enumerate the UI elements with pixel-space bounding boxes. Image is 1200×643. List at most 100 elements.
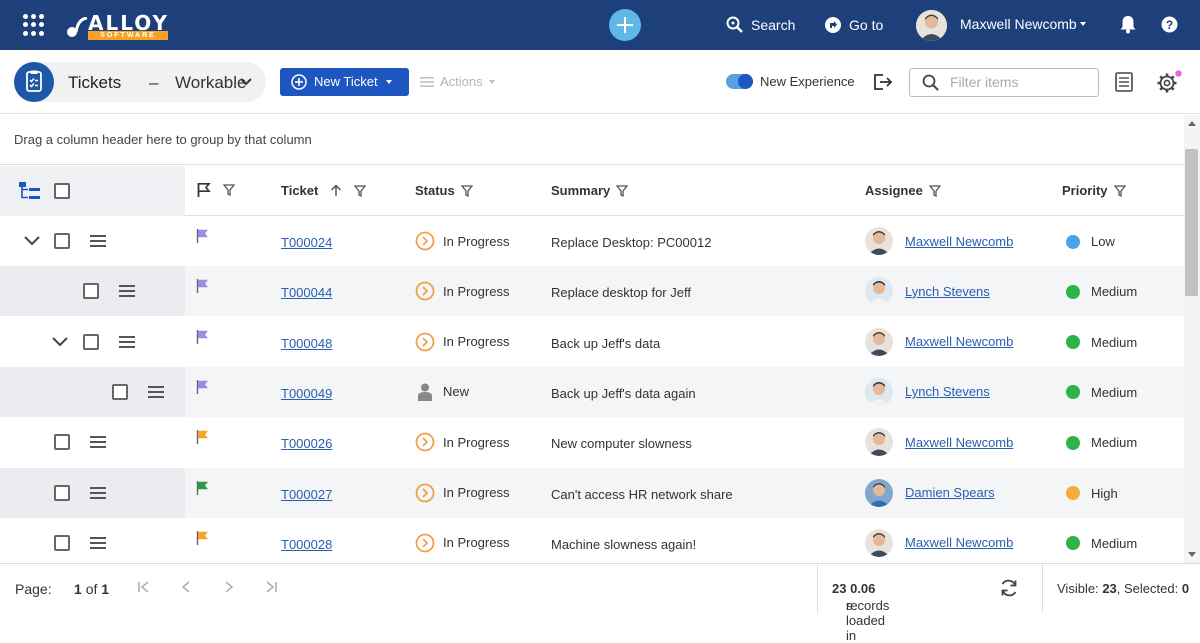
last-page-icon[interactable] [264,580,278,594]
assignee-cell: Lynch Stevens [865,277,990,306]
chevron-down-icon[interactable] [52,336,68,347]
sort-ascending-icon[interactable] [330,184,342,197]
page-indicator: 1 of 1 [74,581,109,597]
group-by-panel[interactable]: Drag a column header here to group by th… [0,115,1184,165]
flag-icon[interactable] [196,228,210,244]
next-page-icon[interactable] [223,580,235,594]
notifications-bell-icon[interactable] [1119,15,1137,34]
flag-icon[interactable] [196,429,210,445]
load-unit: s [846,598,853,613]
ticket-link[interactable]: T000026 [281,436,332,451]
assignee-link[interactable]: Maxwell Newcomb [905,234,1013,249]
filter-funnel-icon[interactable] [460,184,473,197]
flag-icon[interactable] [196,530,210,546]
refresh-icon[interactable] [999,578,1019,598]
help-icon[interactable]: ? [1161,16,1178,33]
flag-column-icon[interactable] [197,182,211,198]
table-row[interactable]: T000024 In Progress Replace Desktop: PC000… [0,216,1184,266]
row-checkbox[interactable] [54,484,70,501]
scroll-down-arrow-icon[interactable] [1188,552,1196,557]
view-selector[interactable]: Tickets – Workable [14,62,266,102]
row-checkbox[interactable] [83,283,99,300]
new-experience-toggle[interactable] [726,74,753,89]
flag-icon[interactable] [196,278,210,294]
ticket-link[interactable]: T000049 [281,386,332,401]
status-cell: In Progress [415,533,509,553]
row-checkbox[interactable] [54,534,70,551]
column-header-summary[interactable]: Summary [551,183,629,198]
flag-icon[interactable] [196,379,210,395]
priority-label: Medium [1091,535,1138,551]
filter-funnel-icon[interactable] [223,184,235,196]
filter-funnel-icon[interactable] [354,184,367,197]
flag-icon[interactable] [196,329,210,345]
table-row[interactable]: T000044 In Progress Replace desktop for Je… [0,266,1184,317]
ticket-link[interactable]: T000048 [281,336,332,351]
ticket-link[interactable]: T000044 [281,285,332,300]
table-row[interactable]: T000027 In Progress Can't access HR networ… [0,467,1184,518]
first-page-icon[interactable] [137,580,151,594]
user-menu-caret-icon[interactable] [1080,22,1086,26]
assignee-link[interactable]: Maxwell Newcomb [905,535,1013,550]
row-menu-icon[interactable] [90,536,106,549]
in-progress-icon [415,533,435,553]
assignee-link[interactable]: Maxwell Newcomb [905,334,1013,349]
previous-page-icon[interactable] [180,580,192,594]
chevron-down-icon[interactable] [24,236,40,246]
vertical-scrollbar[interactable] [1184,115,1200,563]
flag-icon[interactable] [196,480,210,496]
ticket-link[interactable]: T000028 [281,537,332,552]
summary-cell: Back up Jeff's data [551,335,661,351]
filter-items-box[interactable] [909,68,1099,97]
row-checkbox[interactable] [83,333,99,350]
priority-cell: Medium [1066,284,1137,299]
row-menu-icon[interactable] [90,486,106,499]
new-ticket-button[interactable]: New Ticket [280,68,409,96]
row-menu-icon[interactable] [90,436,106,449]
table-row[interactable]: T000048 In Progress Back up Jeff's data Max… [0,316,1184,367]
assignee-link[interactable]: Lynch Stevens [905,384,990,399]
assignee-avatar [865,377,893,406]
ticket-link[interactable]: T000024 [281,235,332,250]
column-header-ticket[interactable]: Ticket [281,183,367,198]
scrollbar-thumb[interactable] [1185,149,1198,296]
table-row[interactable]: T000049 New Back up Jeff's data again Lynch… [0,366,1184,417]
quick-create-button[interactable] [609,9,641,41]
column-header-status[interactable]: Status [415,183,473,198]
table-row[interactable]: T000028 In Progress Machine slowness again… [0,517,1184,563]
assignee-link[interactable]: Maxwell Newcomb [905,435,1013,450]
export-icon[interactable] [873,73,893,91]
search-button[interactable]: Search [726,16,795,34]
table-row[interactable]: T000026 In Progress New computer slowness M… [0,417,1184,468]
actions-menu[interactable]: Actions [420,74,495,89]
app-launcher-icon[interactable] [23,14,45,36]
summary-cell: Replace desktop for Jeff [551,285,691,301]
ticket-link[interactable]: T000027 [281,487,332,502]
alloy-logo[interactable]: ALLOY SOFTWARE [66,11,171,41]
row-checkbox[interactable] [112,383,128,400]
settings-gear-icon[interactable] [1157,70,1183,94]
in-progress-icon [415,281,435,301]
filter-items-input[interactable] [950,74,1090,90]
assignee-cell: Maxwell Newcomb [865,528,1013,557]
select-all-checkbox[interactable] [54,183,70,199]
row-menu-icon[interactable] [119,335,135,348]
column-header-priority[interactable]: Priority [1062,183,1126,198]
column-header-assignee[interactable]: Assignee [865,183,941,198]
filter-funnel-icon[interactable] [1113,184,1126,197]
filter-funnel-icon[interactable] [928,184,941,197]
row-checkbox[interactable] [54,233,70,249]
filter-funnel-icon[interactable] [616,184,629,197]
user-name[interactable]: Maxwell Newcomb [960,16,1077,32]
row-checkbox[interactable] [54,434,70,451]
tree-hierarchy-icon[interactable] [19,182,40,201]
row-menu-icon[interactable] [90,235,106,247]
user-avatar[interactable] [916,10,947,41]
row-menu-icon[interactable] [148,385,164,398]
list-layout-icon[interactable] [1115,72,1133,92]
row-menu-icon[interactable] [119,285,135,298]
assignee-link[interactable]: Lynch Stevens [905,284,990,299]
goto-button[interactable]: Go to [824,16,883,34]
scroll-up-arrow-icon[interactable] [1188,121,1196,126]
assignee-link[interactable]: Damien Spears [905,485,995,500]
